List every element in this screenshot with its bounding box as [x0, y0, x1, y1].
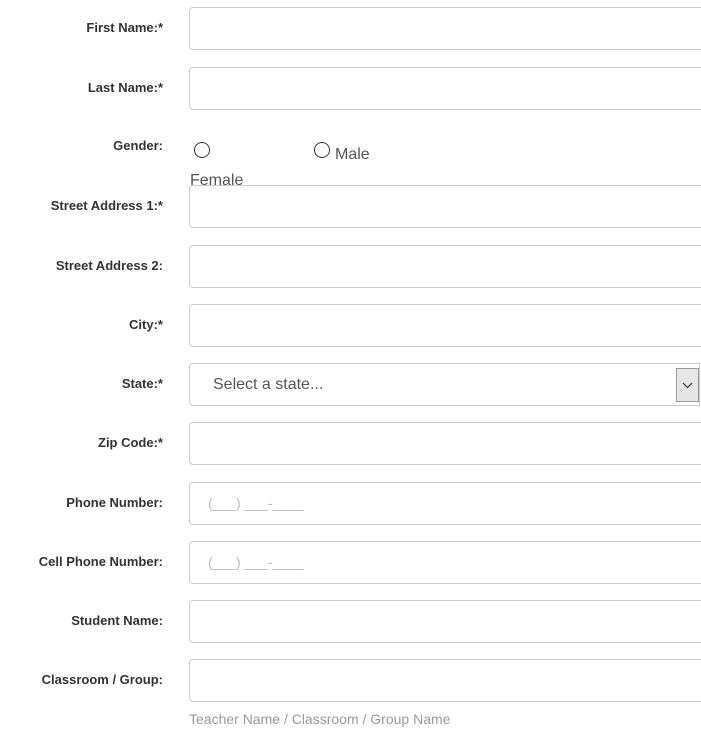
- gender-female-radio[interactable]: [194, 142, 210, 158]
- street-address-2-row: Street Address 2:: [0, 244, 701, 294]
- city-label: City:*: [129, 317, 163, 332]
- gender-row: Gender: Female Male: [0, 130, 701, 186]
- zip-code-row: Zip Code:*: [0, 421, 701, 471]
- student-name-input[interactable]: [189, 600, 701, 643]
- gender-label: Gender:: [113, 138, 163, 153]
- last-name-input[interactable]: [189, 67, 701, 110]
- first-name-input[interactable]: [189, 7, 701, 50]
- zip-code-input[interactable]: [189, 422, 701, 465]
- street-address-1-label: Street Address 1:*: [50, 198, 163, 213]
- gender-male-radio[interactable]: [314, 142, 330, 158]
- zip-code-label: Zip Code:*: [98, 435, 163, 450]
- phone-number-input[interactable]: [189, 482, 701, 525]
- state-row: State:* Select a state...: [0, 362, 701, 412]
- student-name-row: Student Name:: [0, 599, 701, 649]
- cell-phone-number-input[interactable]: [189, 541, 701, 584]
- state-select[interactable]: Select a state...: [189, 363, 700, 406]
- city-input[interactable]: [189, 304, 701, 347]
- phone-number-row: Phone Number:: [0, 481, 701, 531]
- student-name-label: Student Name:: [71, 613, 163, 628]
- phone-number-label: Phone Number:: [66, 495, 163, 510]
- first-name-row: First Name:*: [0, 6, 701, 56]
- street-address-1-row: Street Address 1:*: [0, 184, 701, 234]
- street-address-1-input[interactable]: [189, 185, 701, 228]
- first-name-label: First Name:*: [86, 20, 163, 35]
- cell-phone-number-row: Cell Phone Number:: [0, 540, 701, 590]
- street-address-2-label: Street Address 2:: [55, 258, 163, 273]
- classroom-group-label: Classroom / Group:: [41, 672, 163, 687]
- registration-form: First Name:* Last Name:* Gender: Female …: [0, 0, 701, 730]
- last-name-row: Last Name:*: [0, 66, 701, 116]
- state-select-value: Select a state...: [213, 376, 324, 393]
- classroom-group-input[interactable]: [189, 659, 701, 702]
- classroom-group-help-text: Teacher Name / Classroom / Group Name: [189, 711, 451, 727]
- gender-male-label[interactable]: Male: [335, 146, 370, 164]
- last-name-label: Last Name:*: [87, 80, 163, 95]
- street-address-2-input[interactable]: [189, 245, 701, 288]
- city-row: City:*: [0, 303, 701, 353]
- state-label: State:*: [121, 376, 163, 391]
- chevron-down-icon[interactable]: [676, 368, 699, 402]
- classroom-group-row: Classroom / Group:: [0, 658, 701, 708]
- cell-phone-number-label: Cell Phone Number:: [38, 554, 163, 569]
